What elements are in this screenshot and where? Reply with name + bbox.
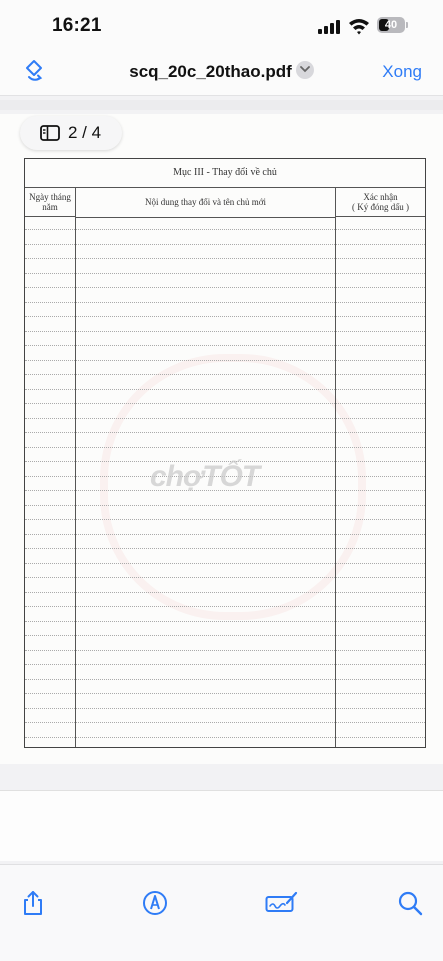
form-row-line — [25, 301, 425, 303]
column-date-line2: năm — [42, 202, 58, 212]
wifi-icon — [349, 19, 369, 35]
status-bar: 16:21 40 — [0, 0, 443, 50]
form-row-line — [25, 330, 425, 332]
form-row-line — [25, 577, 425, 578]
form-row-line — [25, 519, 425, 520]
column-divider — [335, 187, 336, 747]
form-row-line — [25, 620, 425, 622]
form-row-line — [25, 722, 425, 723]
form-row-line — [25, 403, 425, 404]
form-row-line — [25, 591, 425, 593]
bottom-toolbar — [0, 864, 443, 961]
sidebar-icon — [40, 125, 60, 141]
battery-icon: 40 — [377, 17, 405, 33]
form-row-line — [25, 432, 425, 433]
form-row-line — [25, 446, 425, 448]
column-divider — [75, 187, 76, 747]
form-row-line — [25, 649, 425, 651]
signature-icon[interactable] — [265, 889, 299, 917]
form-row-line — [25, 316, 425, 317]
form-row-line — [25, 272, 425, 274]
form-row-line — [25, 374, 425, 375]
form-row-line — [25, 388, 425, 390]
form-row-line — [25, 664, 425, 665]
battery-percentage: 40 — [384, 19, 398, 31]
form-row-line — [25, 258, 425, 259]
markup-icon[interactable] — [141, 889, 169, 917]
column-confirm-header: Xác nhận ( Ký đóng dấu ) — [336, 187, 425, 217]
next-page-edge — [0, 790, 443, 861]
column-confirm-line2: ( Ký đóng dấu ) — [352, 202, 409, 212]
form-row-line — [25, 243, 425, 245]
form-row-line — [25, 345, 425, 346]
form-row-line — [25, 635, 425, 636]
form-row-line — [25, 693, 425, 694]
form-row-line — [25, 287, 425, 288]
form-row-line — [25, 562, 425, 564]
form-row-line — [25, 359, 425, 361]
share-icon[interactable] — [19, 889, 47, 917]
watermark-logo: chợTỐT — [150, 460, 260, 493]
column-date-header: Ngày tháng năm — [25, 187, 75, 217]
form-row-line — [25, 504, 425, 506]
form-row-line — [25, 678, 425, 680]
search-icon[interactable] — [396, 889, 424, 917]
column-date-line1: Ngày tháng — [29, 192, 71, 202]
form-row-line — [25, 736, 425, 738]
form-row-line — [25, 707, 425, 709]
status-time: 16:21 — [52, 15, 102, 36]
form-row-line — [25, 417, 425, 419]
document-title-text: scq_20c_20thao.pdf — [129, 62, 292, 81]
cellular-signal-icon — [318, 20, 342, 34]
ownership-change-form: Mục III - Thay đổi về chủ Ngày tháng năm… — [24, 158, 426, 748]
section-title: Mục III - Thay đổi về chủ — [25, 159, 425, 188]
form-row-line — [25, 606, 425, 607]
document-title[interactable]: scq_20c_20thao.pdf — [0, 61, 443, 82]
page-indicator-text: 2 / 4 — [68, 123, 102, 142]
done-button[interactable]: Xong — [382, 62, 422, 82]
form-row-line — [25, 229, 425, 230]
form-row-line — [25, 548, 425, 549]
column-content-header: Nội dung thay đổi và tên chủ mới — [76, 187, 335, 218]
column-confirm-line1: Xác nhận — [363, 192, 398, 202]
form-row-line — [25, 533, 425, 535]
page-indicator[interactable]: 2 / 4 — [20, 116, 122, 150]
nav-bar: scq_20c_20thao.pdf Xong — [0, 50, 443, 96]
chevron-down-icon[interactable] — [295, 61, 314, 79]
